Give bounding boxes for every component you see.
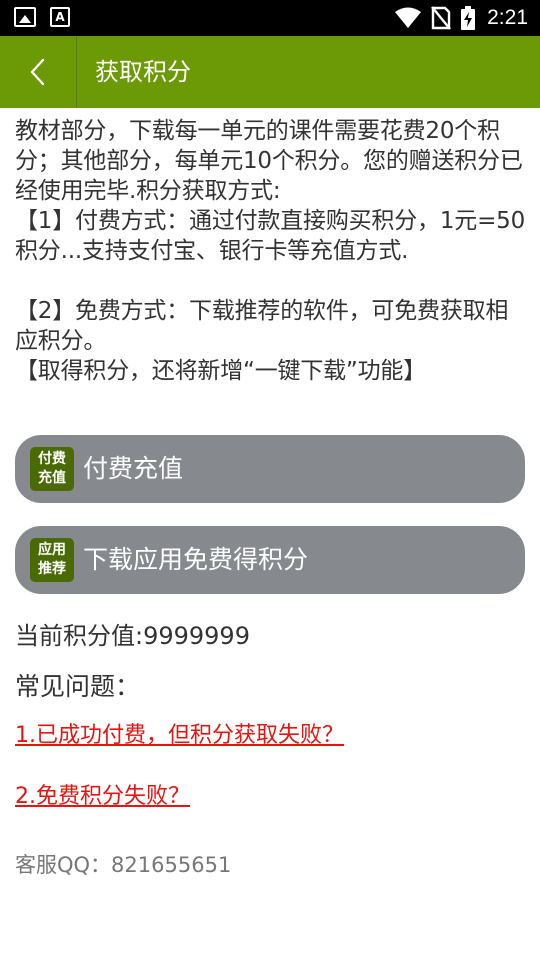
intro-text: 教材部分，下载每一单元的课件需要花费20个积分；其他部分，每单元10个积分。您的… [15, 116, 529, 388]
status-time: 2:21 [487, 6, 528, 29]
wifi-icon [395, 7, 422, 28]
free-badge-line-1: 应用 [38, 542, 66, 558]
chevron-left-icon [30, 58, 45, 86]
pay-badge-line-1: 付费 [38, 451, 66, 467]
appbar-divider [76, 36, 77, 108]
app-bar: 获取积分 [0, 36, 540, 108]
battery-charging-icon [461, 6, 476, 30]
page-title: 获取积分 [95, 58, 191, 86]
free-button-label: 下载应用免费得积分 [83, 545, 309, 574]
status-bar: A 2:21 [0, 0, 540, 36]
intro-paragraph-1: 教材部分，下载每一单元的课件需要花费20个积分；其他部分，每单元10个积分。您的… [15, 118, 523, 204]
current-points: 当前积分值:9999999 [15, 622, 250, 650]
faq-link-free-points-failed[interactable]: 2.免费积分失败？ [15, 782, 190, 812]
no-sim-icon [431, 6, 452, 30]
faq-link-payment-failed[interactable]: 1.已成功付费，但积分获取失败？ [15, 721, 344, 751]
faq-title: 常见问题： [15, 672, 141, 701]
back-button[interactable] [0, 36, 76, 108]
intro-paragraph-2: 【1】付费方式：通过付款直接购买积分，1元=50积分...支持支付宝、银行卡等充… [15, 208, 526, 264]
image-icon [14, 7, 36, 27]
pay-button-label: 付费充值 [83, 454, 184, 483]
intro-paragraph-3: 【2】免费方式：下载推荐的软件，可免费获取相应积分。 [15, 298, 509, 354]
free-points-button[interactable]: 应用 推荐 下载应用免费得积分 [15, 526, 525, 594]
pay-recharge-button[interactable]: 付费 充值 付费充值 [15, 435, 525, 503]
free-badge-line-2: 推荐 [38, 561, 66, 577]
free-badge: 应用 推荐 [30, 538, 74, 582]
pay-badge-line-2: 充值 [38, 470, 66, 486]
status-right-icons: 2:21 [395, 6, 528, 30]
status-left-icons: A [14, 7, 70, 29]
text-a-icon: A [50, 7, 70, 27]
customer-service-qq: 客服QQ：821655651 [15, 853, 232, 877]
pay-badge: 付费 充值 [30, 447, 74, 491]
intro-paragraph-4: 【取得积分，还将新增“一键下载”功能】 [15, 358, 427, 384]
